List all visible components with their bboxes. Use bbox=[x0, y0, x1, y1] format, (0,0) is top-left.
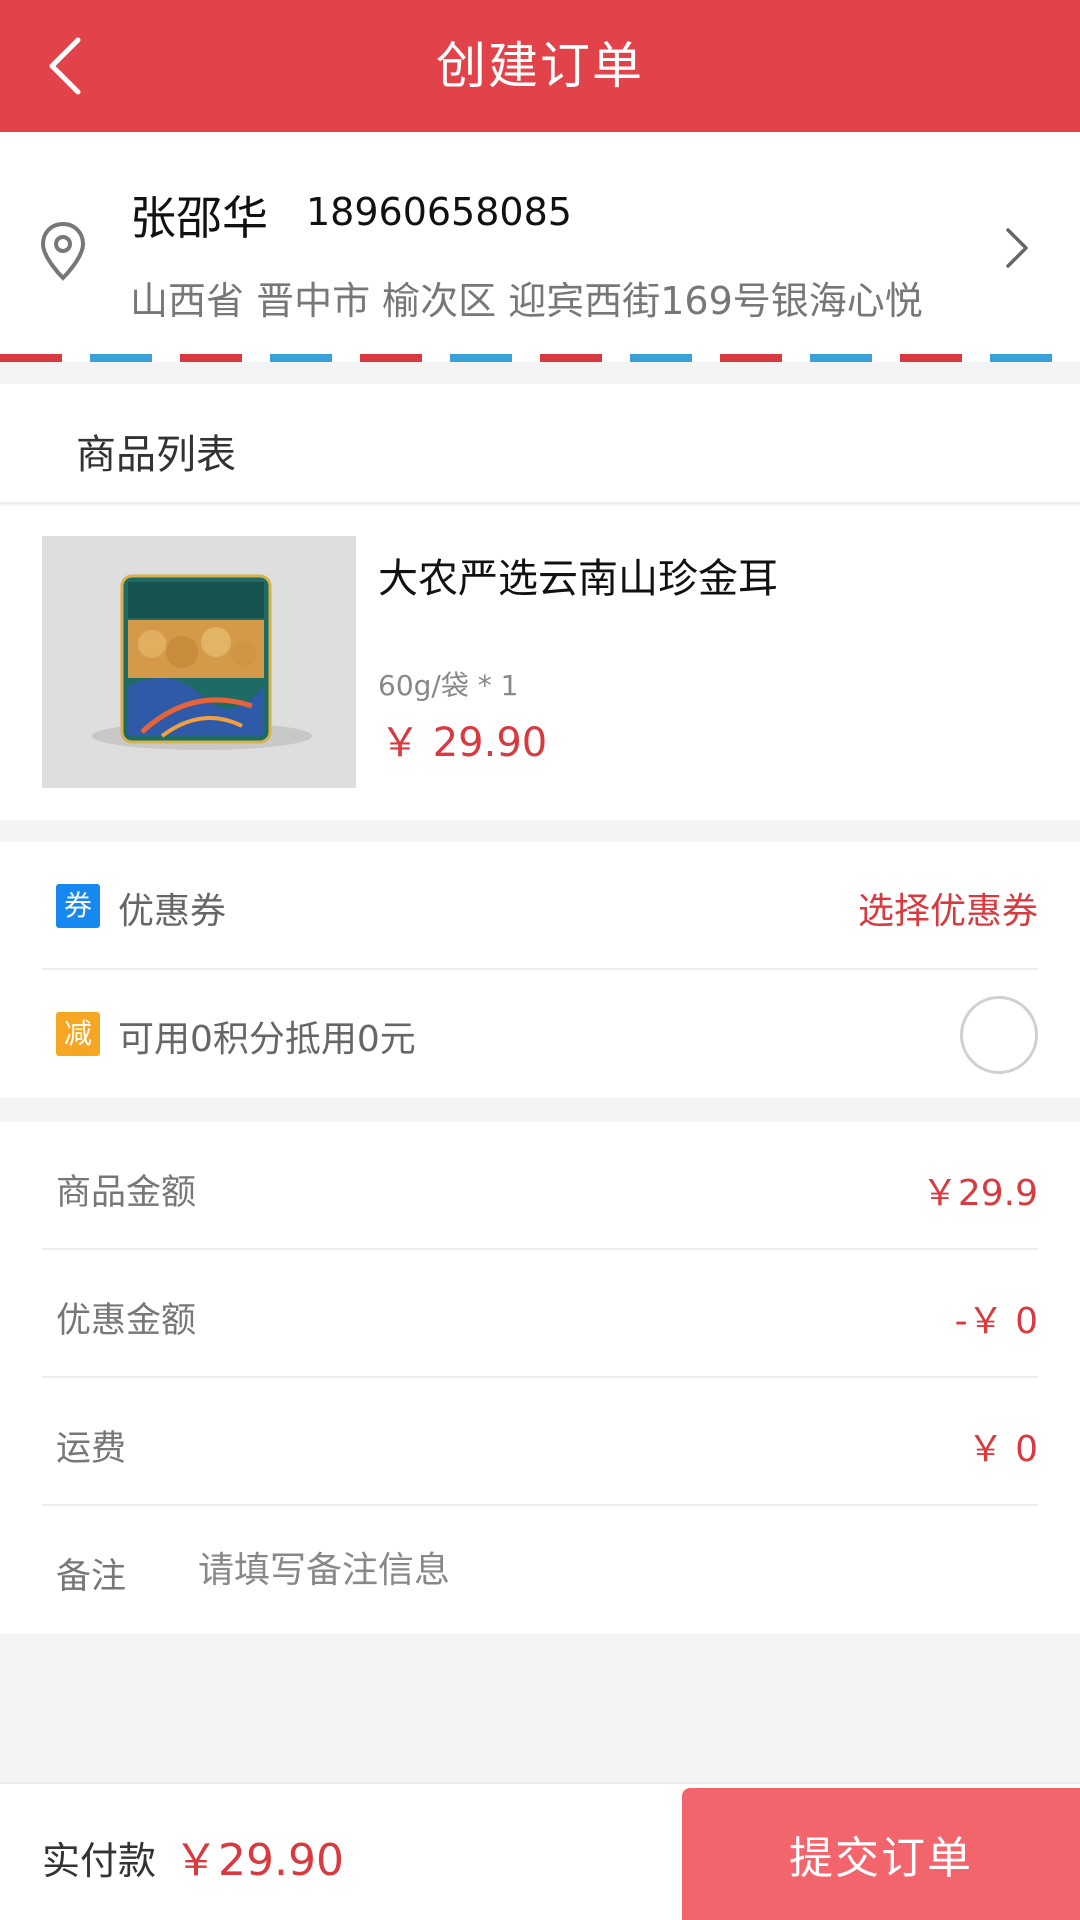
product-spec: 60g/袋 * 1 bbox=[378, 669, 519, 702]
coupon-tag-icon: 券 bbox=[56, 884, 100, 928]
recipient-name: 张邵华 bbox=[130, 191, 268, 245]
pay-label: 实付款 bbox=[42, 1839, 157, 1883]
bottom-bar: 实付款 ￥29.90 提交订单 bbox=[0, 1782, 1080, 1920]
goods-amount-row: 商品金额 ￥29.9 bbox=[42, 1122, 1038, 1250]
remark-row: 备注 bbox=[42, 1506, 1038, 1634]
discount-amount-label: 优惠金额 bbox=[56, 1301, 197, 1341]
airmail-stripe-divider bbox=[0, 354, 1080, 362]
remark-input[interactable] bbox=[198, 1536, 1018, 1604]
chevron-right-icon bbox=[1006, 228, 1028, 268]
submit-order-button[interactable]: 提交订单 bbox=[682, 1788, 1080, 1920]
goods-item[interactable]: 大农严选云南山珍金耳 60g/袋 * 1 ￥ 29.90 bbox=[0, 506, 1080, 820]
address-card[interactable]: 张邵华 18960658085 山西省 晋中市 榆次区 迎宾西街169号银海心悦 bbox=[0, 132, 1080, 362]
discount-amount-row: 优惠金额 -￥ 0 bbox=[42, 1250, 1038, 1378]
coupon-row[interactable]: 券 优惠券 选择优惠券 bbox=[42, 842, 1038, 970]
points-tag-icon: 减 bbox=[56, 1012, 100, 1056]
goods-amount-label: 商品金额 bbox=[56, 1173, 197, 1213]
discount-section: 券 优惠券 选择优惠券 减 可用0积分抵用0元 bbox=[0, 842, 1080, 1098]
shipping-value: ￥ 0 bbox=[967, 1429, 1038, 1470]
product-image bbox=[42, 536, 356, 788]
location-pin-icon bbox=[40, 221, 86, 281]
address-detail: 山西省 晋中市 榆次区 迎宾西街169号银海心悦 bbox=[130, 279, 923, 323]
pay-amount: ￥29.90 bbox=[174, 1835, 344, 1886]
remark-label: 备注 bbox=[56, 1557, 127, 1597]
points-radio[interactable] bbox=[960, 996, 1038, 1074]
goods-list-header: 商品列表 bbox=[0, 384, 1080, 504]
points-label: 可用0积分抵用0元 bbox=[118, 1019, 416, 1060]
shipping-row: 运费 ￥ 0 bbox=[42, 1378, 1038, 1506]
coupon-label: 优惠券 bbox=[118, 891, 227, 932]
page-title: 创建订单 bbox=[436, 37, 644, 95]
select-coupon-link[interactable]: 选择优惠券 bbox=[858, 882, 1038, 934]
shipping-label: 运费 bbox=[56, 1429, 127, 1469]
product-name: 大农严选云南山珍金耳 bbox=[378, 556, 778, 602]
product-price: ￥ 29.90 bbox=[380, 720, 548, 766]
header-bar: 创建订单 bbox=[0, 0, 1080, 132]
goods-amount-value: ￥29.9 bbox=[921, 1173, 1038, 1214]
discount-amount-value: -￥ 0 bbox=[954, 1301, 1038, 1342]
points-row[interactable]: 减 可用0积分抵用0元 bbox=[42, 970, 1038, 1098]
order-summary: 商品金额 ￥29.9 优惠金额 -￥ 0 运费 ￥ 0 备注 bbox=[0, 1122, 1080, 1634]
recipient-phone: 18960658085 bbox=[306, 190, 572, 234]
goods-list-title: 商品列表 bbox=[76, 432, 236, 478]
